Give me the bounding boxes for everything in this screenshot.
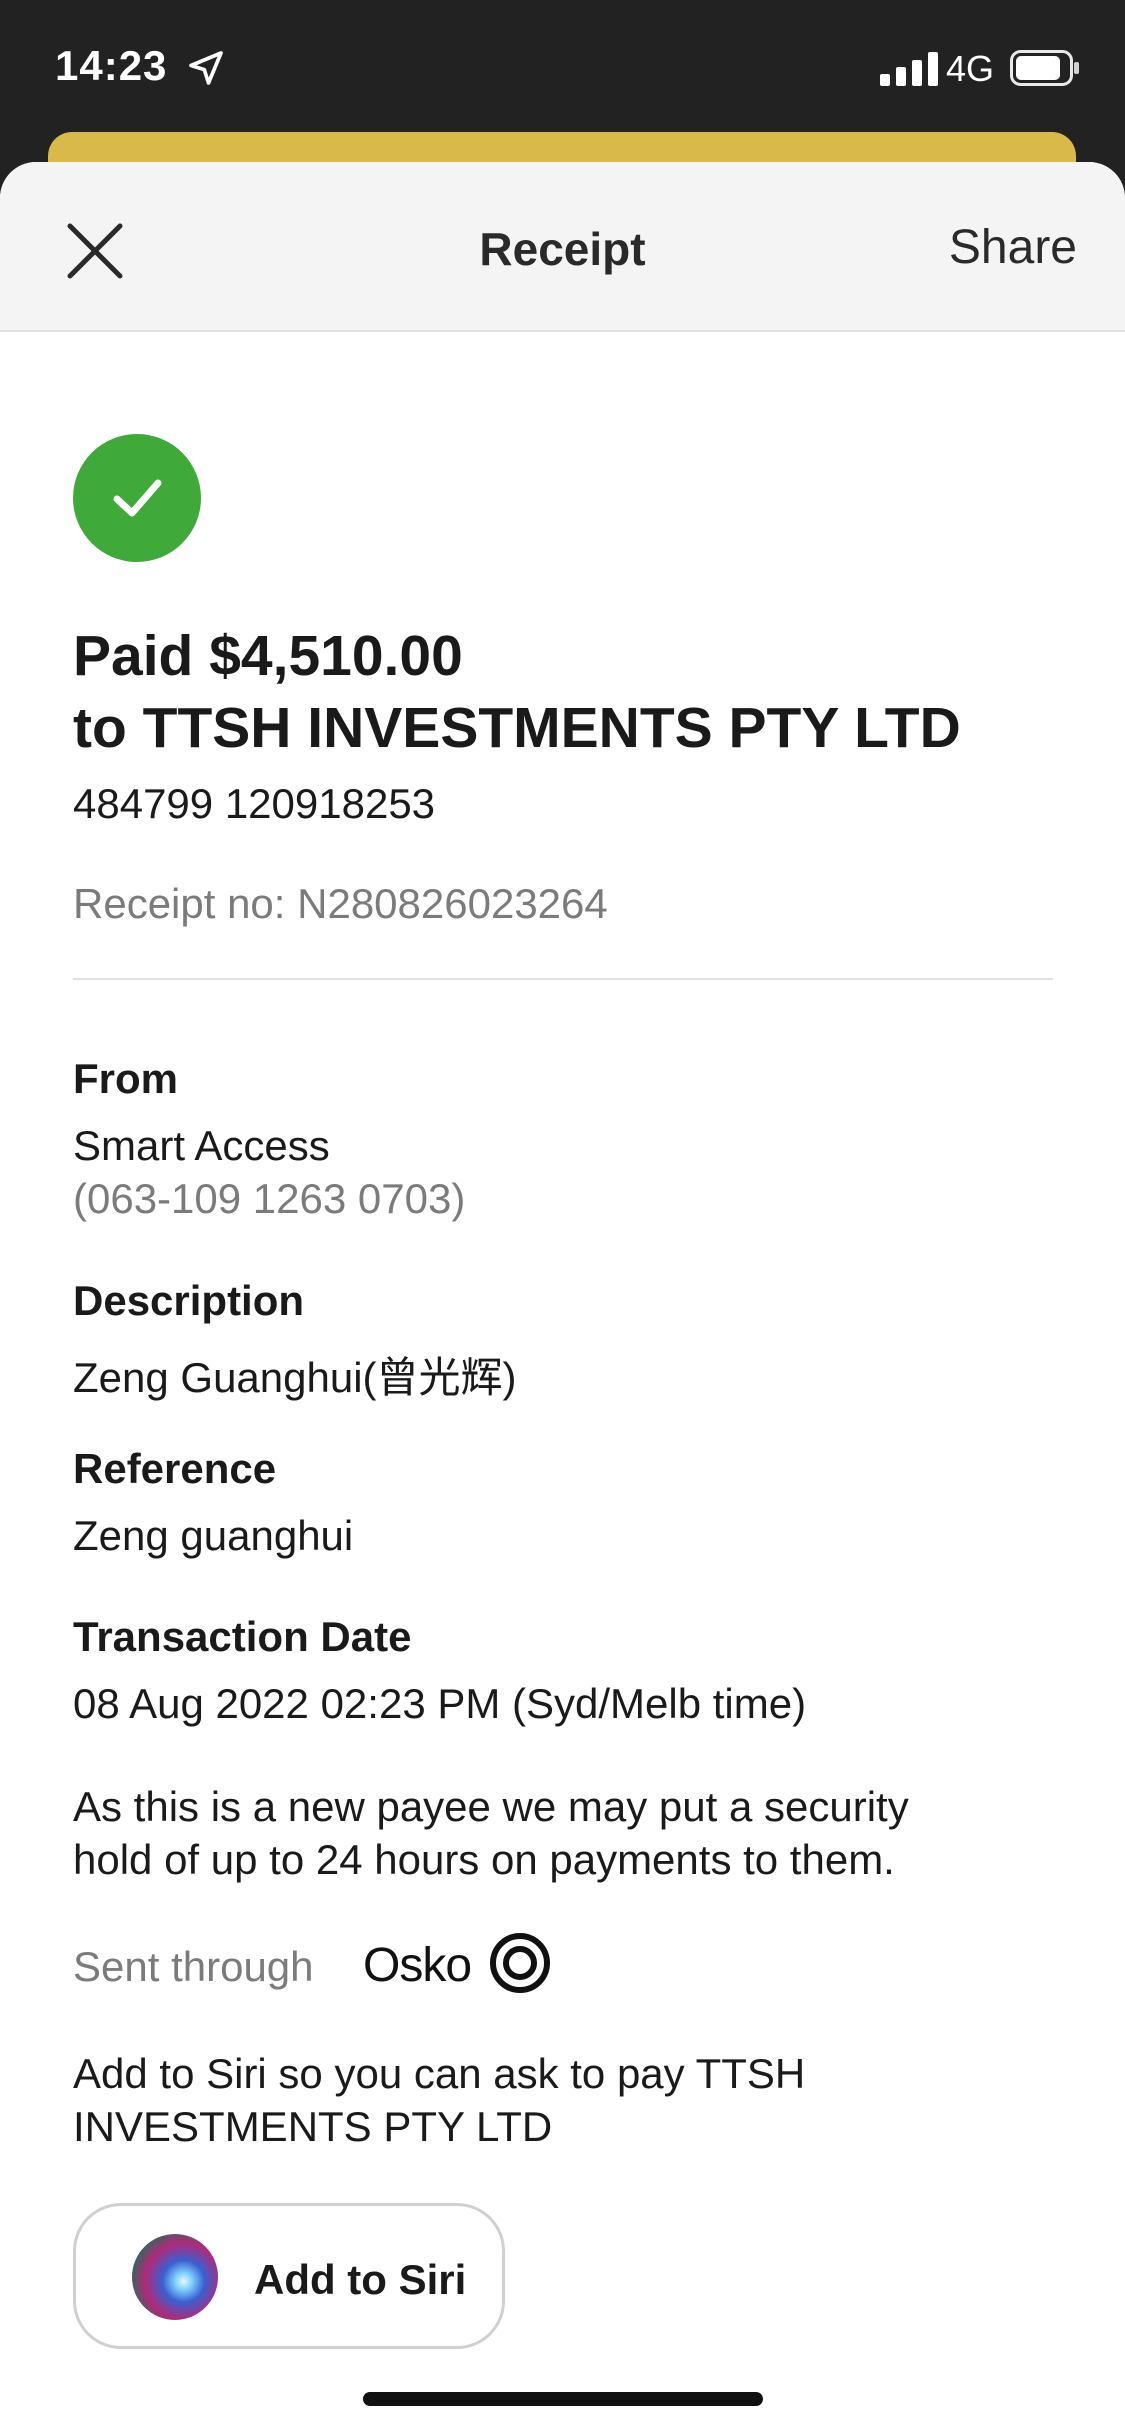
home-indicator (363, 2392, 763, 2406)
payee-name: to TTSH INVESTMENTS PTY LTD (73, 696, 961, 760)
from-account-number: (063-109 1263 0703) (73, 1175, 466, 1222)
status-time: 14:23 (55, 42, 168, 89)
siri-icon (132, 2234, 218, 2320)
osko-icon (490, 1933, 550, 1993)
reference-value: Zeng guanghui (73, 1512, 354, 1559)
siri-note-line-1: Add to Siri so you can ask to pay TTSH (73, 2050, 806, 2097)
battery-icon (1010, 50, 1079, 86)
security-note-line-1: As this is a new payee we may put a secu… (73, 1783, 909, 1830)
transaction-date-label: Transaction Date (73, 1613, 412, 1660)
success-check-badge (73, 434, 201, 562)
add-to-siri-label: Add to Siri (254, 2256, 467, 2303)
signal-icon (880, 52, 938, 86)
from-account-name: Smart Access (73, 1122, 330, 1169)
location-arrow-icon (189, 51, 223, 85)
add-to-siri-button[interactable]: Add to Siri (73, 2203, 505, 2349)
status-bar: 14:23 4G (0, 0, 1125, 140)
osko-label: Osko (363, 1939, 472, 1992)
receipt-number: Receipt no: N280826023264 (73, 880, 608, 927)
siri-note-line-2: INVESTMENTS PTY LTD (73, 2103, 553, 2150)
reference-label: Reference (73, 1445, 277, 1492)
sent-through-label: Sent through (73, 1943, 314, 1990)
share-button[interactable]: Share (949, 220, 1077, 275)
payee-account-number: 484799 120918253 (73, 780, 436, 827)
security-note-line-2: hold of up to 24 hours on payments to th… (73, 1836, 895, 1883)
nav-bar: Receipt Share (0, 162, 1125, 332)
transaction-date-value: 08 Aug 2022 02:23 PM (Syd/Melb time) (73, 1680, 807, 1727)
description-label: Description (73, 1277, 305, 1324)
check-icon (113, 479, 162, 517)
payment-summary: Paid $4,510.00 to TTSH INVESTMENTS PTY L… (73, 620, 1073, 764)
network-type: 4G (946, 48, 995, 89)
divider (73, 978, 1053, 980)
from-label: From (73, 1055, 178, 1102)
paid-amount: Paid $4,510.00 (73, 624, 463, 688)
description-value: Zeng Guanghui(曾光辉) (73, 1354, 517, 1401)
